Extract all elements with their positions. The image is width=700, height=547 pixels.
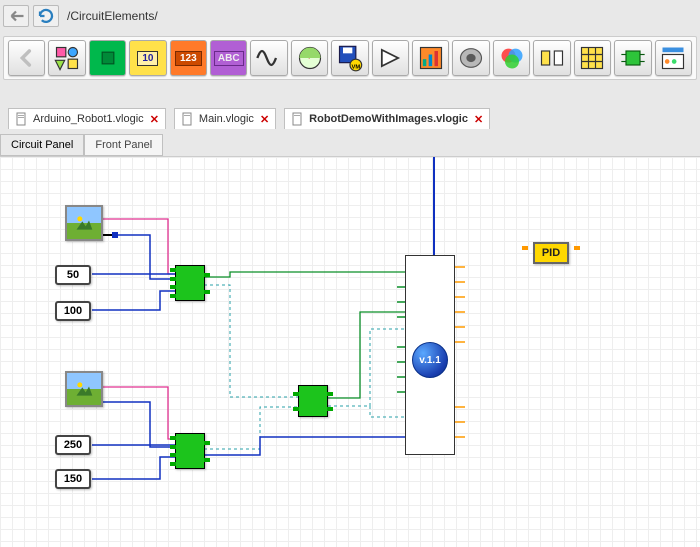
tab-robot-demo[interactable]: RobotDemoWithImages.vlogic ✕	[284, 108, 490, 129]
image-block-lower[interactable]	[65, 371, 103, 407]
boolean-tool[interactable]	[89, 40, 126, 76]
circuit-canvas[interactable]: 50 100 250 150 v.1.1 PID	[0, 156, 700, 547]
split-pane-tool[interactable]	[533, 40, 570, 76]
grid-tool[interactable]	[574, 40, 611, 76]
integer-tool-label: 10	[137, 51, 158, 66]
path-refresh-button[interactable]	[33, 5, 59, 27]
number-tool-label: 123	[175, 51, 202, 66]
function-block-upper[interactable]	[175, 265, 205, 301]
chart-tool[interactable]	[412, 40, 449, 76]
document-icon	[15, 112, 29, 126]
color-tool[interactable]	[493, 40, 530, 76]
tab-label: Main.vlogic	[199, 113, 254, 125]
sine-tool[interactable]	[250, 40, 287, 76]
version-badge-label: v.1.1	[419, 355, 441, 366]
path-bar: /CircuitElements/	[3, 3, 158, 29]
function-block-middle[interactable]	[298, 385, 328, 417]
picture-icon	[74, 213, 94, 233]
shapes-tool[interactable]	[48, 40, 85, 76]
close-icon[interactable]: ✕	[474, 113, 483, 126]
document-icon	[291, 112, 305, 126]
pid-out-port	[574, 246, 580, 250]
close-icon[interactable]: ✕	[150, 113, 159, 126]
close-icon[interactable]: ✕	[260, 113, 269, 126]
integer-tool[interactable]: 10	[129, 40, 166, 76]
tab-arduino-robot1[interactable]: Arduino_Robot1.vlogic ✕	[8, 108, 166, 129]
document-icon	[181, 112, 195, 126]
panel-tabs: Circuit Panel Front Panel	[0, 134, 163, 156]
pid-in-port	[522, 246, 528, 250]
gauge-tool[interactable]	[291, 40, 328, 76]
path-back-button[interactable]	[3, 5, 29, 27]
string-tool[interactable]: ABC	[210, 40, 247, 76]
version-badge: v.1.1	[412, 342, 448, 378]
save-vm-tool[interactable]: VM	[331, 40, 368, 76]
sound-tool[interactable]	[452, 40, 489, 76]
tab-main[interactable]: Main.vlogic ✕	[174, 108, 276, 129]
tab-label: RobotDemoWithImages.vlogic	[309, 113, 468, 125]
number-tool[interactable]: 123	[170, 40, 207, 76]
constant-100[interactable]: 100	[55, 301, 91, 321]
tab-label: Arduino_Robot1.vlogic	[33, 113, 144, 125]
component-tool[interactable]	[614, 40, 651, 76]
tab-circuit-panel[interactable]: Circuit Panel	[0, 134, 84, 156]
file-tabs: Arduino_Robot1.vlogic ✕ Main.vlogic ✕ Ro…	[8, 108, 490, 129]
scope-tool[interactable]	[655, 40, 692, 76]
function-block-lower[interactable]	[175, 433, 205, 469]
constant-250[interactable]: 250	[55, 435, 91, 455]
amplifier-tool[interactable]	[372, 40, 409, 76]
back-button[interactable]	[8, 40, 45, 76]
picture-icon	[74, 379, 94, 399]
breadcrumb: /CircuitElements/	[67, 9, 158, 23]
string-tool-label: ABC	[214, 51, 244, 66]
image-block-upper[interactable]	[65, 205, 103, 241]
svg-text:VM: VM	[351, 65, 360, 71]
tab-front-panel[interactable]: Front Panel	[84, 134, 163, 156]
toolbar: 10 123 ABC VM	[3, 36, 697, 80]
constant-150[interactable]: 150	[55, 469, 91, 489]
constant-50[interactable]: 50	[55, 265, 91, 285]
pid-block-container	[527, 235, 575, 271]
